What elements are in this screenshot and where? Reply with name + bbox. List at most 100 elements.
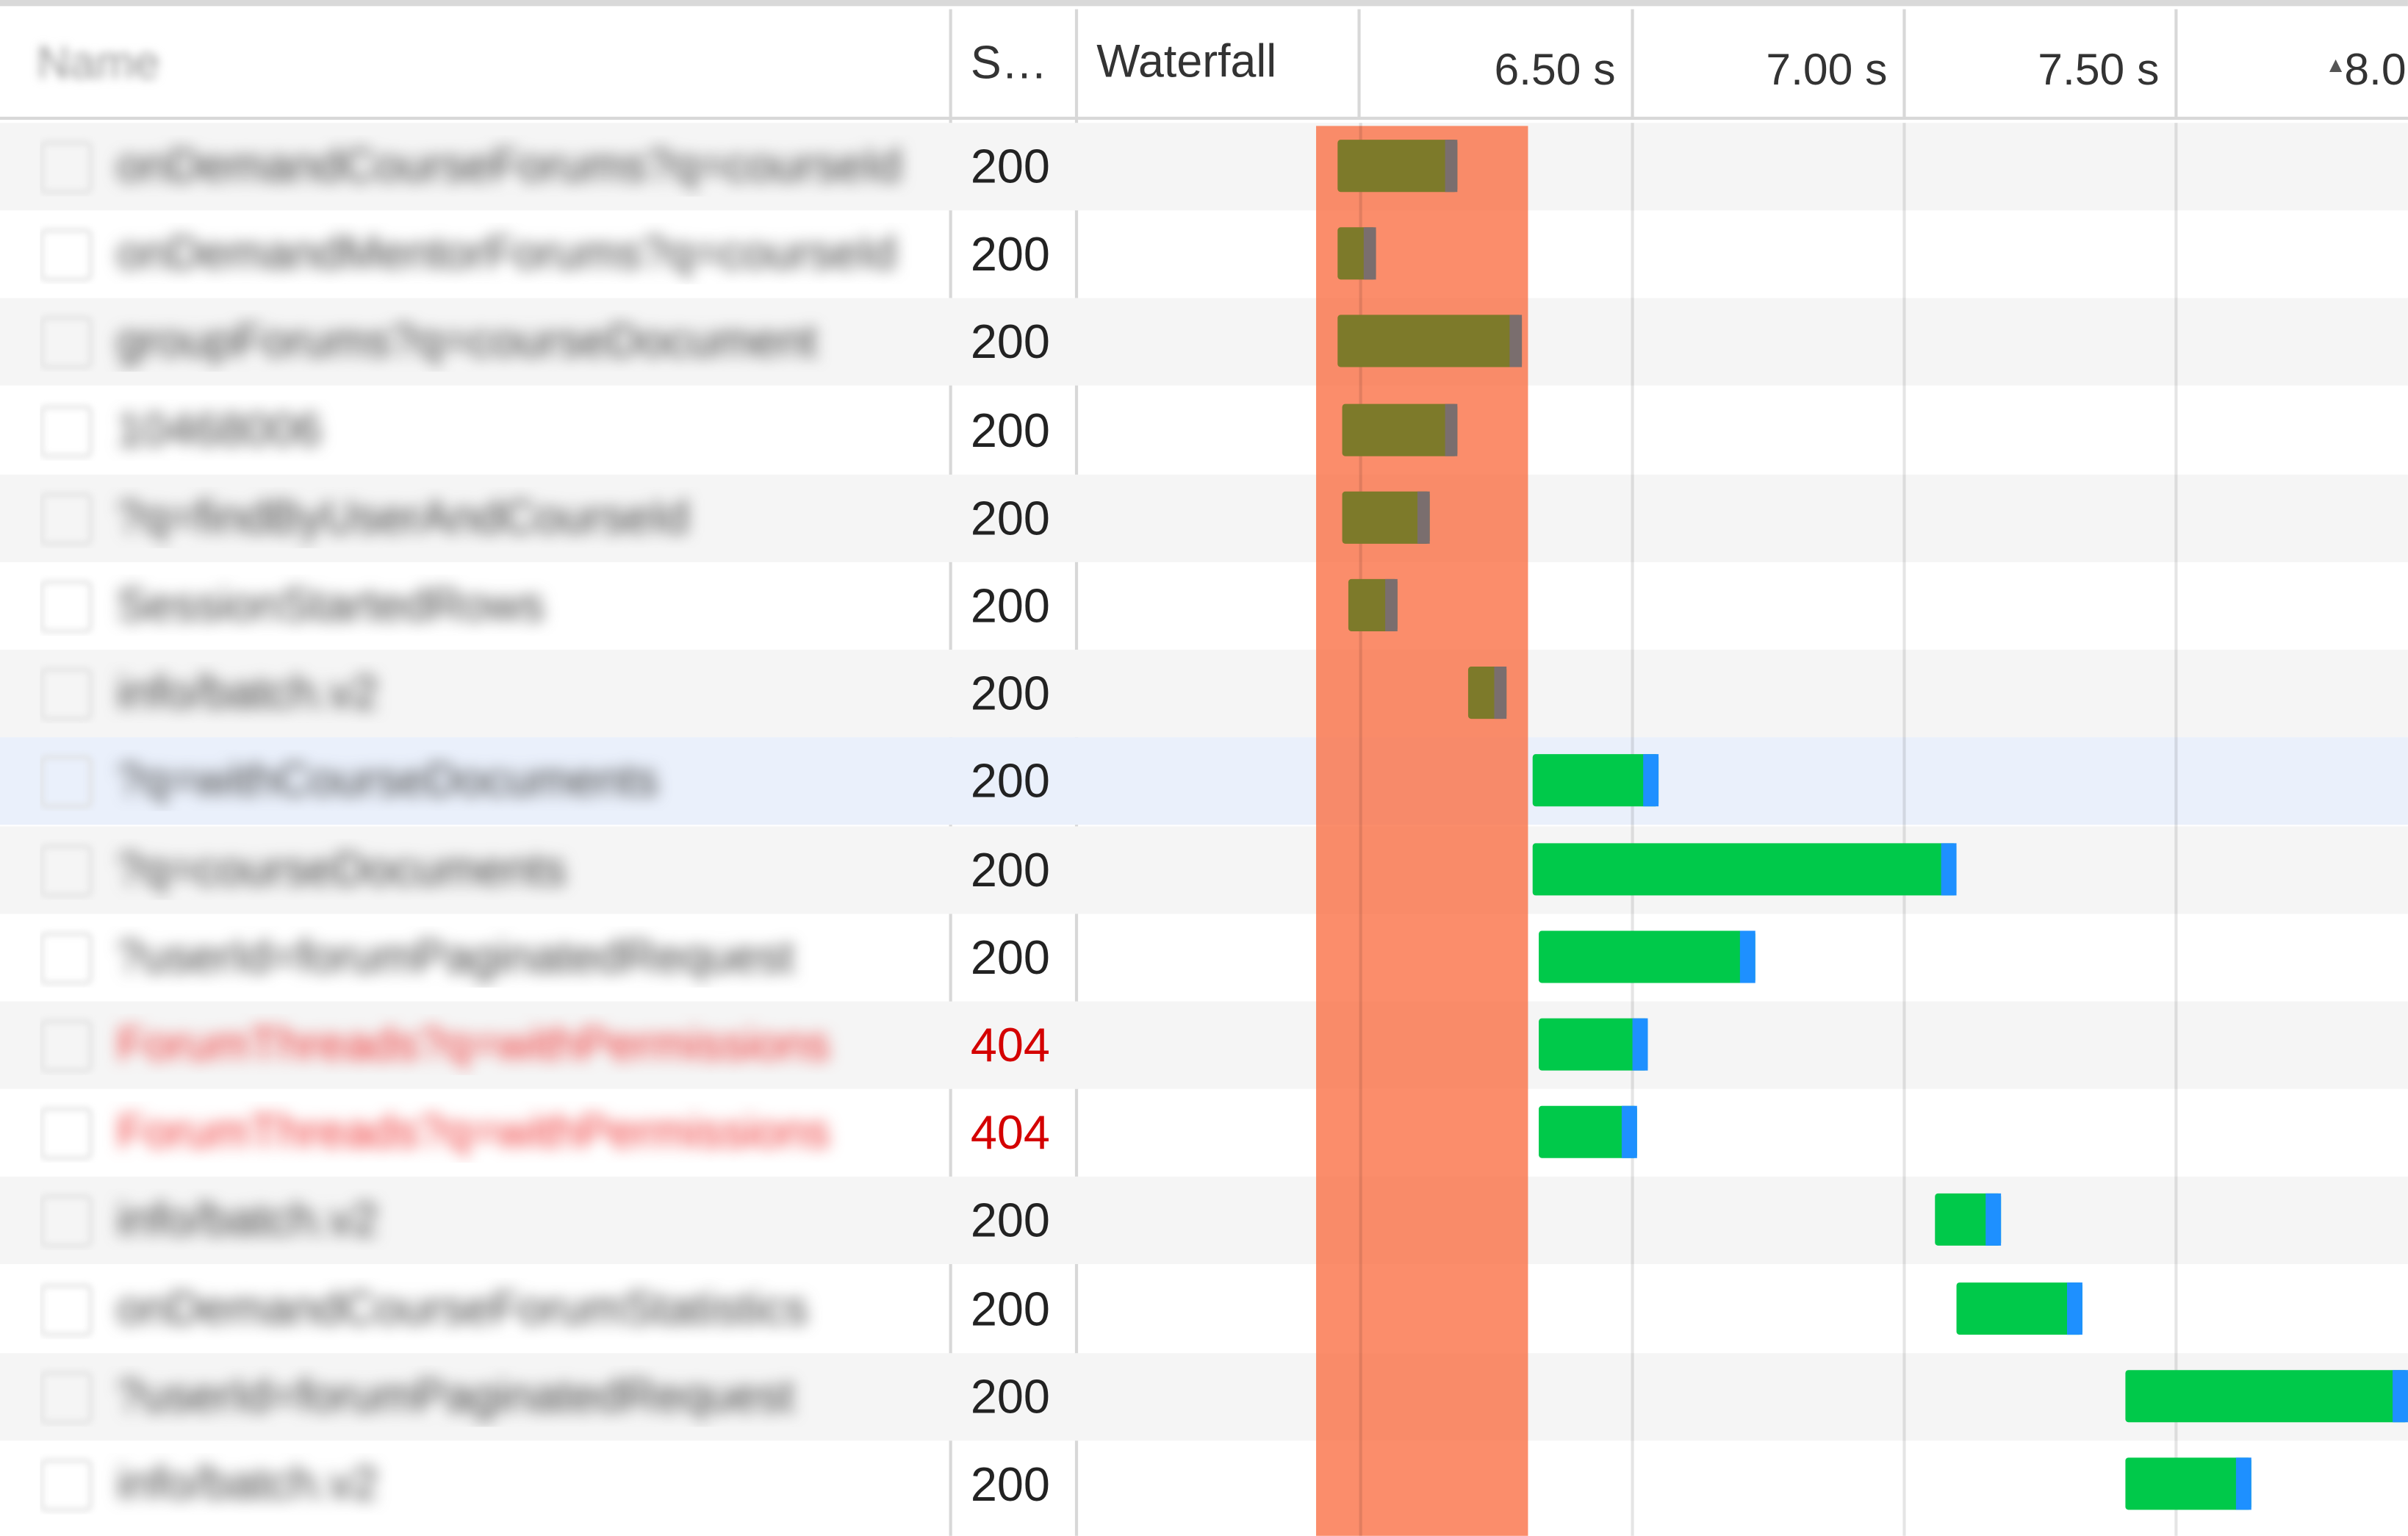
request-name: ?userId=forumPaginatedRequest [116, 1371, 794, 1422]
top-border [0, 0, 2408, 7]
timeline-gridline [2174, 123, 2178, 1536]
status-code: 200 [970, 667, 1050, 721]
status-code: 404 [970, 1018, 1050, 1072]
file-icon [40, 668, 93, 721]
request-name: info/batch.v2 [116, 1195, 378, 1246]
status-code: 200 [970, 1369, 1050, 1424]
column-header-waterfall[interactable]: Waterfall [1096, 10, 1276, 117]
waterfall-chart [1090, 123, 2408, 1536]
waterfall-bar[interactable] [1538, 1106, 1636, 1159]
timeline-tick-label: 7.50 s [2038, 46, 2160, 96]
waterfall-bar[interactable] [1533, 842, 1958, 895]
column-divider [1357, 9, 1361, 121]
timeline-tick-label: 7.00 s [1766, 46, 1888, 96]
request-name-cell[interactable]: ?userId=forumPaginatedRequest [40, 1365, 943, 1426]
waterfall-bar[interactable] [1935, 1194, 2001, 1246]
waterfall-bar-download-segment [1941, 842, 1958, 895]
request-name-cell[interactable]: SessionStartedRows [40, 575, 943, 636]
request-name: onDemandMentorForums?q=courseId [116, 229, 897, 280]
request-name-cell[interactable]: ForumThreads?q=withPermissions [40, 1102, 943, 1163]
waterfall-bar[interactable] [1957, 1282, 2082, 1335]
table-header: Name S… Waterfall 6.50 s 7.00 s 7.50 s 8.00… [0, 9, 2408, 121]
request-name-cell[interactable]: info/batch.v2 [40, 1453, 943, 1515]
request-name-cell[interactable]: onDemandCourseForumStatistics [40, 1277, 943, 1339]
status-code: 200 [970, 491, 1050, 545]
file-icon [40, 1459, 93, 1512]
timeline-header-gridline [2174, 9, 2178, 121]
request-name: onDemandCourseForumStatistics [116, 1283, 808, 1335]
waterfall-bar-download-segment [1493, 667, 1506, 719]
request-name-cell[interactable]: onDemandMentorForums?q=courseId [40, 223, 943, 284]
waterfall-bar[interactable] [2125, 1457, 2251, 1510]
waterfall-bar[interactable] [2125, 1369, 2408, 1422]
status-code: 200 [970, 754, 1050, 809]
waterfall-bar-download-segment [1631, 1018, 1647, 1071]
file-icon [40, 141, 93, 194]
request-name-cell[interactable]: ?q=courseDocuments [40, 838, 943, 900]
waterfall-bar-download-segment [1642, 754, 1658, 808]
waterfall-bar-download-segment [2393, 1369, 2408, 1422]
request-name-cell[interactable]: info/batch.v2 [40, 662, 943, 724]
request-name-cell[interactable]: groupForums?q=courseDocument [40, 311, 943, 373]
request-name-cell[interactable]: onDemandCourseForums?q=courseId [40, 135, 943, 197]
waterfall-bar[interactable] [1538, 1018, 1647, 1071]
waterfall-bar-download-segment [1444, 140, 1457, 193]
waterfall-bar[interactable] [1337, 227, 1376, 280]
file-icon [40, 317, 93, 370]
status-code: 200 [970, 1282, 1050, 1336]
request-name: ?q=withCourseDocuments [116, 756, 658, 808]
waterfall-bar[interactable] [1348, 578, 1398, 631]
timeline-tick-label: 8.00 [2344, 46, 2408, 96]
status-code: 200 [970, 227, 1050, 281]
waterfall-bar-download-segment [1740, 930, 1756, 983]
file-icon [40, 1019, 93, 1072]
request-name-cell[interactable]: ?q=withCourseDocuments [40, 750, 943, 812]
waterfall-bar-download-segment [1417, 491, 1430, 544]
waterfall-bar-download-segment [1444, 403, 1457, 456]
request-name: ?userId=forumPaginatedRequest [116, 932, 794, 983]
timeline-gridline [1902, 123, 1906, 1536]
request-name-cell[interactable]: ?q=findByUserAndCourseId [40, 487, 943, 548]
file-icon [40, 580, 93, 634]
request-name: info/batch.v2 [116, 668, 378, 719]
network-panel: Name S… Waterfall 6.50 s 7.00 s 7.50 s 8.00… [0, 0, 2408, 1536]
request-name-cell[interactable]: 10468006 [40, 399, 943, 461]
status-code: 200 [970, 1194, 1050, 1248]
column-header-name[interactable]: Name [37, 10, 159, 117]
waterfall-bar-download-segment [1384, 578, 1398, 631]
request-name: groupForums?q=courseDocument [116, 317, 817, 368]
waterfall-bar[interactable] [1337, 140, 1457, 193]
timeline-tick-label: 6.50 s [1494, 46, 1616, 96]
file-icon [40, 1283, 93, 1336]
request-name: onDemandCourseForums?q=courseId [116, 141, 902, 193]
request-name-cell[interactable]: info/batch.v2 [40, 1189, 943, 1251]
waterfall-bar-download-segment [1620, 1106, 1636, 1159]
request-name: SessionStartedRows [116, 580, 545, 631]
waterfall-bar-download-segment [1985, 1194, 2001, 1246]
waterfall-bar[interactable] [1538, 930, 1756, 983]
status-code: 200 [970, 930, 1050, 985]
request-name-cell[interactable]: ?userId=forumPaginatedRequest [40, 926, 943, 988]
timeline-gridline [1631, 123, 1634, 1536]
request-name: ForumThreads?q=withPermissions [116, 1019, 830, 1071]
waterfall-bar-download-segment [1509, 315, 1523, 368]
sort-caret-icon[interactable]: ▲ [2325, 52, 2346, 76]
request-name: ForumThreads?q=withPermissions [116, 1108, 830, 1159]
waterfall-bar-download-segment [1362, 227, 1376, 280]
file-icon [40, 1108, 93, 1160]
timeline-header-gridline [1631, 9, 1634, 121]
waterfall-bar[interactable] [1343, 403, 1457, 456]
request-name: info/batch.v2 [116, 1459, 378, 1510]
waterfall-bar[interactable] [1337, 315, 1523, 368]
waterfall-bar[interactable] [1343, 491, 1430, 544]
timeline-header-gridline [1902, 9, 1906, 121]
waterfall-bar[interactable] [1467, 667, 1506, 719]
waterfall-bar[interactable] [1533, 754, 1658, 808]
column-header-status[interactable]: S… [971, 10, 1048, 117]
request-name-cell[interactable]: ForumThreads?q=withPermissions [40, 1013, 943, 1075]
file-icon [40, 1195, 93, 1248]
file-icon [40, 404, 93, 457]
waterfall-bar-download-segment [2066, 1282, 2082, 1335]
request-name: ?q=findByUserAndCourseId [116, 492, 689, 544]
status-code: 200 [970, 1457, 1050, 1512]
